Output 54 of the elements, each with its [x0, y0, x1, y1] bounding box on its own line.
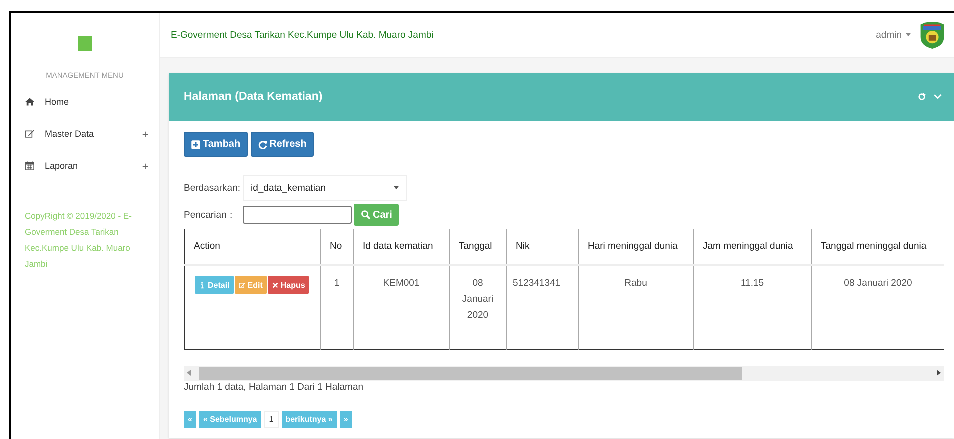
column-header: Id data kematian: [354, 229, 450, 265]
home-icon: [25, 97, 35, 107]
add-button[interactable]: Tambah: [184, 132, 248, 157]
search-button[interactable]: Cari: [354, 204, 400, 226]
table-cell: 512341341: [506, 265, 578, 349]
logo-square: [78, 36, 92, 51]
edit-icon: [238, 282, 246, 288]
arrow-right-icon: [937, 370, 941, 376]
table-cell: Rabu: [578, 265, 694, 349]
summary-text: Jumlah 1 data, Halaman 1 Dari 1 Halaman: [184, 382, 365, 392]
table-cell: 08 Januari 2020: [450, 265, 506, 349]
search-icon: [361, 210, 371, 220]
refresh-icon: [258, 140, 268, 150]
collapse-button[interactable]: [932, 93, 944, 101]
close-icon: [272, 282, 279, 288]
scrollbar[interactable]: [184, 366, 944, 380]
calendar-icon: [25, 161, 35, 171]
caret-icon: [394, 186, 399, 190]
column-header: Nik: [506, 229, 578, 265]
panel-title: Halaman (Data Kematian): [184, 91, 324, 103]
sidebar-item[interactable]: Master Data: [11, 118, 159, 150]
table-cell: 08 Januari 2020: [812, 265, 944, 349]
column-header: Tanggal meninggal dunia: [812, 229, 944, 265]
user-menu[interactable]: admin: [876, 30, 911, 40]
info-icon: [199, 282, 206, 288]
refresh-button[interactable]: [916, 93, 928, 101]
refresh-icon: [918, 93, 926, 101]
sidebar-item[interactable]: Laporan: [11, 150, 159, 182]
filter-select[interactable]: id_data_kematian: [243, 175, 407, 201]
colon-text: :: [230, 210, 234, 220]
site-title: E-Goverment Desa Tarikan Kec.Kumpe Ulu Kab. Muaro Jambi: [171, 30, 435, 40]
search-label: Pencarian: [184, 210, 228, 220]
search-field[interactable]: [243, 206, 352, 224]
column-header: Action: [184, 229, 320, 265]
emblem-icon: [919, 20, 946, 50]
chevron-down-icon: [934, 93, 942, 101]
copyright-text: CopyRight © 2019/2020 - E-Goverment Desa Tarikan Kec.Kumpe Ulu Kab. Muaro Jambi: [25, 210, 133, 271]
table-cell: 1: [320, 265, 354, 349]
plus-icon: [191, 140, 201, 150]
column-header: Tanggal: [450, 229, 506, 265]
refresh-button[interactable]: Refresh: [250, 132, 314, 157]
column-header: No: [320, 229, 354, 265]
scrollbar-thumb[interactable]: [199, 366, 742, 380]
caret-icon: [906, 33, 911, 37]
table-cell: KEM001: [354, 265, 450, 349]
column-header: Jam meninggal dunia: [694, 229, 812, 265]
delete-button[interactable]: Hapus: [268, 276, 310, 294]
edit-icon: [25, 129, 35, 139]
filter-label: Berdasarkan:: [184, 182, 242, 194]
page-link[interactable]: 1: [264, 410, 279, 428]
sidebar-item[interactable]: Home: [11, 86, 159, 118]
arrow-left-icon: [187, 370, 191, 376]
table-cell: 11.15: [694, 265, 812, 349]
column-header: Hari meninggal dunia: [578, 229, 694, 265]
